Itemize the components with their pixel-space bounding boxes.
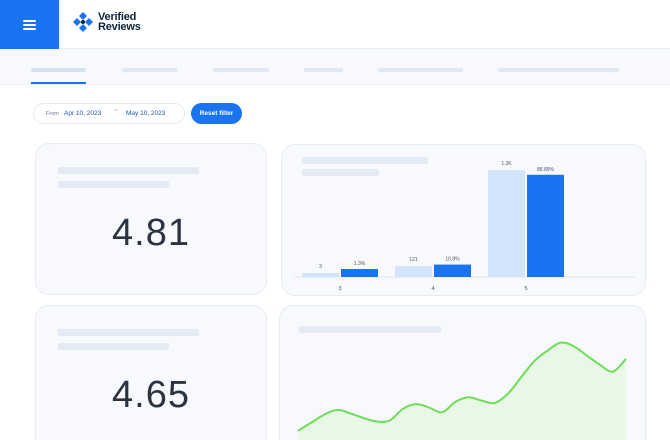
brand-name: Verified Reviews xyxy=(98,12,141,33)
date-from-label: From xyxy=(46,111,59,117)
bar-percent-label: 10.8% xyxy=(445,257,460,263)
tab-4[interactable] xyxy=(304,68,343,72)
bar-count-4 xyxy=(395,266,432,277)
average-rating-value: 4.65 xyxy=(112,374,190,416)
bar-percent-3 xyxy=(341,269,378,277)
active-tab-indicator xyxy=(31,82,86,84)
bar-count-5 xyxy=(488,170,525,277)
hamburger-menu-icon xyxy=(23,19,36,30)
rating-trend-chart xyxy=(297,341,627,440)
tab-5[interactable] xyxy=(378,68,463,72)
rating-card-2: 4.65 xyxy=(35,305,267,440)
reset-filter-button[interactable]: Reset filter xyxy=(191,103,242,124)
brand-name-line2: Reviews xyxy=(98,21,141,33)
tab-2[interactable] xyxy=(122,68,178,72)
bar-count-label: 121 xyxy=(409,257,418,263)
menu-button[interactable] xyxy=(0,0,59,49)
card-subtitle-placeholder xyxy=(58,343,169,350)
bar-percent-label: 1.3% xyxy=(354,261,366,267)
rating-trend-card xyxy=(279,305,646,440)
top-header: Verified Reviews xyxy=(0,0,670,49)
bar-count-label: 1.2K xyxy=(501,161,512,167)
bar-percent-4 xyxy=(434,264,471,277)
card-title-placeholder xyxy=(58,329,199,336)
rating-distribution-chart: 3 1.3% 3 121 10.8% 4 1.2K 88.89% 5 xyxy=(294,161,635,292)
tab-strip xyxy=(0,49,670,85)
tab-3[interactable] xyxy=(213,68,269,72)
trend-area-fill xyxy=(298,342,626,440)
brand-logo[interactable]: Verified Reviews xyxy=(72,11,141,33)
bar-count-3 xyxy=(302,273,339,277)
bar-count-label: 3 xyxy=(319,264,322,270)
tab-6[interactable] xyxy=(498,68,619,72)
date-range-picker[interactable]: From Apr 10, 2023 ~ May 10, 2023 xyxy=(33,103,185,124)
x-tick-label: 5 xyxy=(524,286,527,292)
x-tick-label: 4 xyxy=(431,286,434,292)
start-date-input[interactable]: Apr 10, 2023 xyxy=(64,110,101,117)
bar-percent-5 xyxy=(527,174,564,277)
bar-percent-label: 88.89% xyxy=(537,167,555,173)
end-date-input[interactable]: May 10, 2023 xyxy=(126,110,165,117)
average-rating-value: 4.81 xyxy=(112,212,190,254)
rating-distribution-card: 3 1.3% 3 121 10.8% 4 1.2K 88.89% 5 xyxy=(281,144,646,296)
x-tick-label: 3 xyxy=(338,286,341,292)
card-subtitle-placeholder xyxy=(58,181,169,188)
verified-reviews-logo-icon xyxy=(73,12,93,32)
rating-card-1: 4.81 xyxy=(35,143,267,295)
card-title-placeholder xyxy=(58,167,199,174)
date-separator: ~ xyxy=(114,108,118,114)
tab-1[interactable] xyxy=(31,68,86,72)
